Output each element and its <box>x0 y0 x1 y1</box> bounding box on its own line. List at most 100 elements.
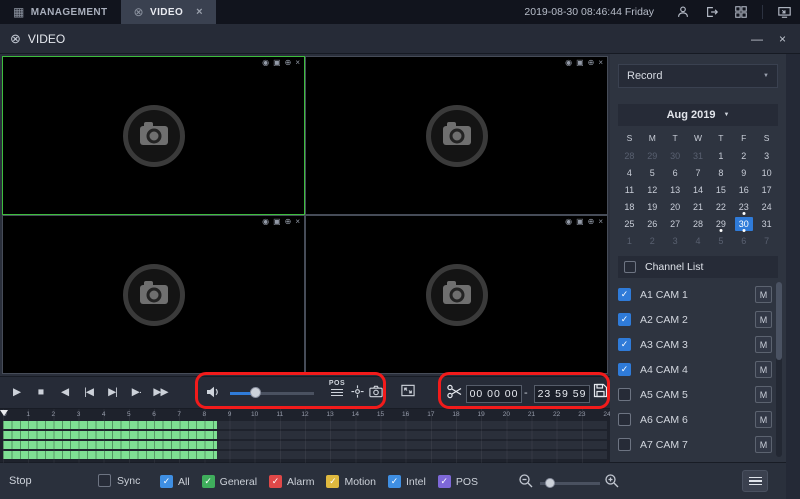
calendar-day[interactable]: 25 <box>618 215 641 232</box>
channel-checkbox[interactable]: ✓ <box>618 338 631 351</box>
close-video-icon[interactable]: × <box>295 217 300 227</box>
channel-checkbox[interactable]: ✓ <box>618 313 631 326</box>
tab-management[interactable]: ▦ MANAGEMENT <box>0 0 121 24</box>
tab-video[interactable]: ⊗ VIDEO × <box>121 0 216 24</box>
calendar-day[interactable]: 26 <box>641 215 664 232</box>
minimize-icon[interactable]: — <box>751 32 763 46</box>
local-record-icon[interactable]: ▣ <box>576 58 584 68</box>
calendar-day[interactable]: 7 <box>687 164 710 181</box>
digital-zoom-icon[interactable]: ⊕ <box>285 58 292 68</box>
calendar-day[interactable]: 15 <box>709 181 732 198</box>
filter-all[interactable]: ✓All <box>160 475 190 488</box>
stop-button[interactable]: ■ <box>30 380 51 404</box>
calendar-day[interactable]: 28 <box>618 147 641 164</box>
calendar-day[interactable]: 1 <box>709 147 732 164</box>
channel-row-7[interactable]: A7 CAM 7M <box>618 432 772 457</box>
m-button[interactable]: M <box>755 386 772 403</box>
filter-alarm[interactable]: ✓Alarm <box>269 475 314 488</box>
digital-zoom-icon[interactable]: ⊕ <box>285 217 292 227</box>
calendar-day[interactable]: 11 <box>618 181 641 198</box>
save-clip-icon[interactable] <box>592 382 609 399</box>
calendar-day[interactable]: 14 <box>687 181 710 198</box>
video-pane-2[interactable]: ◉▣⊕× <box>305 56 608 215</box>
filter-motion[interactable]: ✓Motion <box>326 475 376 488</box>
checkbox-alarm[interactable]: ✓ <box>269 475 282 488</box>
calendar-day[interactable]: 29 <box>641 147 664 164</box>
calendar-day[interactable]: 2 <box>732 147 755 164</box>
m-button[interactable]: M <box>755 436 772 453</box>
digital-zoom-icon[interactable]: ⊕ <box>588 58 595 68</box>
sync-time-icon[interactable] <box>350 384 365 399</box>
checkbox-intel[interactable]: ✓ <box>388 475 401 488</box>
stream-info-icon[interactable]: ◉ <box>262 217 269 227</box>
calendar-day[interactable]: 29 <box>709 215 732 232</box>
close-video-icon[interactable]: × <box>295 58 300 68</box>
clip-end-time[interactable]: 23 59 59 <box>534 385 590 403</box>
calendar-day[interactable]: 6 <box>664 164 687 181</box>
calendar-day[interactable]: 16 <box>732 181 755 198</box>
timeline-row-A3[interactable] <box>3 441 607 449</box>
calendar-day[interactable]: 17 <box>755 181 778 198</box>
pos-info-button[interactable]: POS <box>326 380 348 396</box>
local-record-icon[interactable]: ▣ <box>273 217 281 227</box>
channel-list-select-all-checkbox[interactable] <box>624 261 636 273</box>
clip-scissors-icon[interactable] <box>446 383 463 400</box>
calendar-day[interactable]: 30 <box>732 215 755 232</box>
tab-close-icon[interactable]: × <box>196 6 203 18</box>
timeline-zoom-in-icon[interactable] <box>604 473 620 489</box>
play-backward-button[interactable]: ◀ <box>54 380 75 404</box>
scrollbar-thumb[interactable] <box>776 282 782 360</box>
channel-checkbox[interactable] <box>618 413 631 426</box>
external-display-icon[interactable] <box>776 4 792 20</box>
user-icon[interactable] <box>675 4 691 20</box>
play-button[interactable]: ▶ <box>6 380 27 404</box>
logout-icon[interactable] <box>704 4 720 20</box>
slow-play-button[interactable]: ▶· <box>126 380 147 404</box>
checkbox-pos[interactable]: ✓ <box>438 475 451 488</box>
close-video-icon[interactable]: × <box>598 217 603 227</box>
calendar-day[interactable]: 4 <box>687 232 710 249</box>
timeline-row-A1[interactable] <box>3 421 607 429</box>
calendar-day[interactable]: 6 <box>732 232 755 249</box>
filter-pos[interactable]: ✓POS <box>438 475 478 488</box>
calendar-day[interactable]: 5 <box>641 164 664 181</box>
video-pane-4[interactable]: ◉▣⊕× <box>305 215 608 374</box>
channel-row-1[interactable]: ✓A1 CAM 1M <box>618 282 772 307</box>
calendar-day[interactable]: 22 <box>709 198 732 215</box>
channel-checkbox[interactable]: ✓ <box>618 288 631 301</box>
calendar-day[interactable]: 18 <box>618 198 641 215</box>
calendar-day[interactable]: 20 <box>664 198 687 215</box>
channel-row-3[interactable]: ✓A3 CAM 3M <box>618 332 772 357</box>
smart-search-camera-icon[interactable] <box>368 384 384 399</box>
channel-list-scrollbar[interactable] <box>776 282 782 457</box>
calendar-day[interactable]: 31 <box>755 215 778 232</box>
channel-checkbox[interactable]: ✓ <box>618 363 631 376</box>
m-button[interactable]: M <box>755 311 772 328</box>
channel-list-toggle-button[interactable] <box>742 470 768 492</box>
m-button[interactable]: M <box>755 411 772 428</box>
m-button[interactable]: M <box>755 336 772 353</box>
calendar-day[interactable]: 8 <box>709 164 732 181</box>
checkbox-general[interactable]: ✓ <box>202 475 215 488</box>
calendar-day[interactable]: 12 <box>641 181 664 198</box>
volume-icon[interactable] <box>205 384 221 400</box>
calendar-day[interactable]: 3 <box>664 232 687 249</box>
multi-screen-icon[interactable] <box>733 4 749 20</box>
calendar-day[interactable]: 28 <box>687 215 710 232</box>
channel-row-2[interactable]: ✓A2 CAM 2M <box>618 307 772 332</box>
channel-checkbox[interactable] <box>618 388 631 401</box>
timeline-zoom-slider-knob[interactable] <box>545 478 555 488</box>
calendar-day[interactable]: 5 <box>709 232 732 249</box>
calendar-month-header[interactable]: Aug 2019 ▼ <box>618 104 778 126</box>
channel-row-4[interactable]: ✓A4 CAM 4M <box>618 357 772 382</box>
sync-checkbox[interactable] <box>98 474 111 487</box>
stream-info-icon[interactable]: ◉ <box>262 58 269 68</box>
stream-info-icon[interactable]: ◉ <box>565 58 572 68</box>
clip-start-time[interactable]: 00 00 00 <box>466 385 522 403</box>
timeline[interactable]: 0123456789101112131415161718192021222324 <box>0 408 610 462</box>
window-close-icon[interactable]: × <box>779 32 786 46</box>
fullscreen-icon[interactable] <box>400 383 416 398</box>
m-button[interactable]: M <box>755 286 772 303</box>
channel-checkbox[interactable] <box>618 438 631 451</box>
filter-general[interactable]: ✓General <box>202 475 257 488</box>
